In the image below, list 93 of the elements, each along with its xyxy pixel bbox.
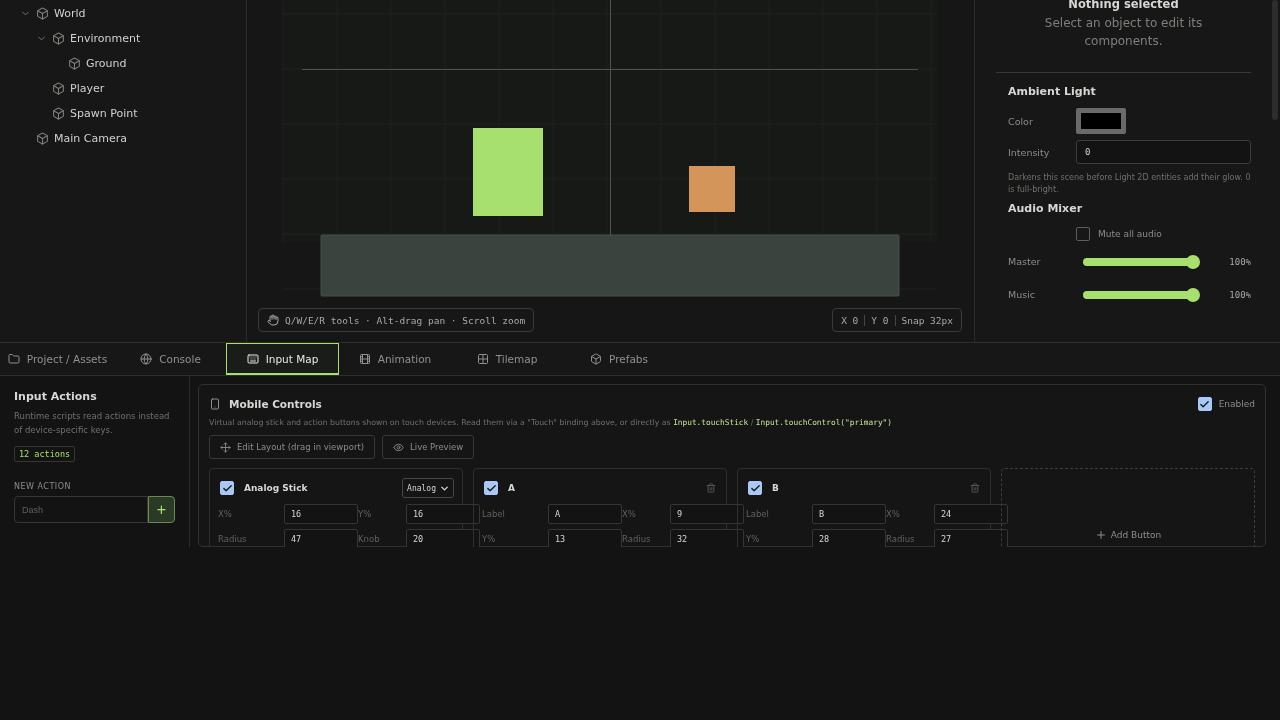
number-field[interactable]: 24: [934, 504, 1008, 524]
control-checkbox[interactable]: [748, 481, 762, 495]
control-name: Analog Stick: [244, 483, 308, 493]
section-heading: Audio Mixer: [1007, 202, 1084, 215]
number-field[interactable]: 13: [548, 529, 622, 547]
coordinate-text: Snap 32px: [894, 314, 953, 326]
number-field[interactable]: B: [812, 504, 886, 524]
volume-reading: 100%: [1229, 289, 1251, 300]
enabled-checkbox[interactable]: [1197, 397, 1212, 411]
card-title: Mobile Controls: [229, 398, 322, 410]
cube-icon: [52, 32, 65, 45]
checkbox-label: Mute all audio: [1098, 229, 1162, 239]
panel-tab[interactable]: Tilemap: [451, 343, 563, 375]
field-label: Radius: [218, 534, 248, 544]
plus-icon: [1094, 529, 1107, 541]
hand-icon: [267, 314, 279, 326]
help-text: Darkens this scene before Light 2D entities add their glow. 0 is full-bright.: [1007, 172, 1251, 196]
field-label: Color: [1008, 115, 1034, 127]
panel-tab[interactable]: Input Map: [226, 343, 339, 375]
add-action-button[interactable]: +: [148, 496, 175, 523]
cube-icon: [52, 82, 65, 95]
color-swatch[interactable]: [1076, 108, 1126, 134]
add-button-slot[interactable]: Add Button: [1001, 468, 1255, 547]
volume-reading: 100%: [1229, 256, 1251, 267]
tree-item[interactable]: Player: [70, 82, 105, 95]
panel-tab[interactable]: Prefabs: [563, 343, 675, 375]
tree-item[interactable]: World: [54, 7, 86, 20]
globe-icon: [140, 353, 153, 365]
toolbar-button[interactable]: Edit Layout (drag in viewport): [209, 435, 376, 459]
cube-icon: [36, 132, 49, 145]
field-label: X%: [218, 509, 233, 519]
panel-description: Runtime scripts read actions instead of device-specific keys.: [14, 410, 171, 437]
control-checkbox[interactable]: [220, 481, 234, 495]
field-label: Music: [1008, 289, 1037, 300]
trash-icon[interactable]: [970, 483, 980, 493]
field-label: X%: [886, 509, 901, 519]
number-field[interactable]: A: [548, 504, 622, 524]
field-label: Knob: [358, 534, 381, 544]
action-name-field[interactable]: Dash: [14, 496, 148, 523]
field-caption: NEW ACTION: [14, 482, 71, 491]
coordinate-text: X 0: [841, 314, 859, 326]
field-label: Intensity: [1008, 146, 1051, 158]
inspector-title: Nothing selected: [1067, 0, 1180, 11]
number-field[interactable]: 16: [406, 504, 480, 524]
number-field[interactable]: 27: [934, 529, 1008, 547]
number-field[interactable]: 16: [284, 504, 358, 524]
number-field[interactable]: 9: [670, 504, 744, 524]
phone-icon: [209, 398, 221, 410]
toolbar-button[interactable]: Live Preview: [382, 435, 475, 459]
intensity-field[interactable]: 0: [1076, 140, 1251, 164]
tree-item[interactable]: Main Camera: [54, 132, 127, 145]
mute-checkbox[interactable]: [1076, 227, 1090, 241]
field-label: Y%: [746, 534, 761, 544]
folder-icon: [7, 353, 20, 365]
number-field[interactable]: 28: [812, 529, 886, 547]
field-label: Radius: [886, 534, 916, 544]
checkbox-label: Enabled: [1218, 399, 1255, 409]
field-label: Master: [1008, 256, 1042, 267]
cube-icon: [36, 7, 49, 20]
control-name: A: [508, 483, 515, 493]
field-label: Radius: [622, 534, 652, 544]
section-heading: Ambient Light: [1007, 85, 1097, 98]
tree-item[interactable]: Environment: [70, 32, 141, 45]
hint-text: Q/W/E/R tools · Alt-drag pan · Scroll zoom: [285, 314, 526, 326]
field-label: Y%: [482, 534, 497, 544]
field-label: X%: [622, 509, 637, 519]
tree-item[interactable]: Spawn Point: [70, 107, 138, 120]
keyboard-icon: [246, 352, 259, 365]
film-icon: [358, 353, 371, 365]
cube-icon: [68, 57, 81, 70]
cube-icon: [590, 353, 602, 365]
eye-icon: [393, 441, 405, 453]
grid-icon: [476, 353, 489, 365]
cube-icon: [52, 107, 65, 120]
number-field[interactable]: 47: [284, 529, 358, 547]
panel-tab[interactable]: Project / Assets: [0, 343, 115, 375]
panel-tab[interactable]: Console: [115, 343, 226, 375]
move-icon: [220, 441, 231, 453]
action-count: 12 actions: [14, 446, 76, 462]
mode-select[interactable]: Analog: [402, 478, 454, 498]
trash-icon[interactable]: [706, 483, 716, 493]
panel-title: Input Actions: [14, 390, 97, 403]
field-label: Label: [746, 509, 770, 519]
tree-item[interactable]: Ground: [86, 57, 127, 70]
control-checkbox[interactable]: [484, 481, 498, 495]
field-label: Label: [482, 509, 506, 519]
inspector-subtitle: Select an object to edit its components.: [1043, 15, 1204, 50]
control-name: B: [772, 483, 779, 493]
panel-tab[interactable]: Animation: [339, 343, 451, 375]
number-field[interactable]: 32: [670, 529, 744, 547]
coordinate-text: Y 0: [864, 314, 889, 326]
field-label: Y%: [358, 509, 373, 519]
number-field[interactable]: 20: [406, 529, 480, 547]
